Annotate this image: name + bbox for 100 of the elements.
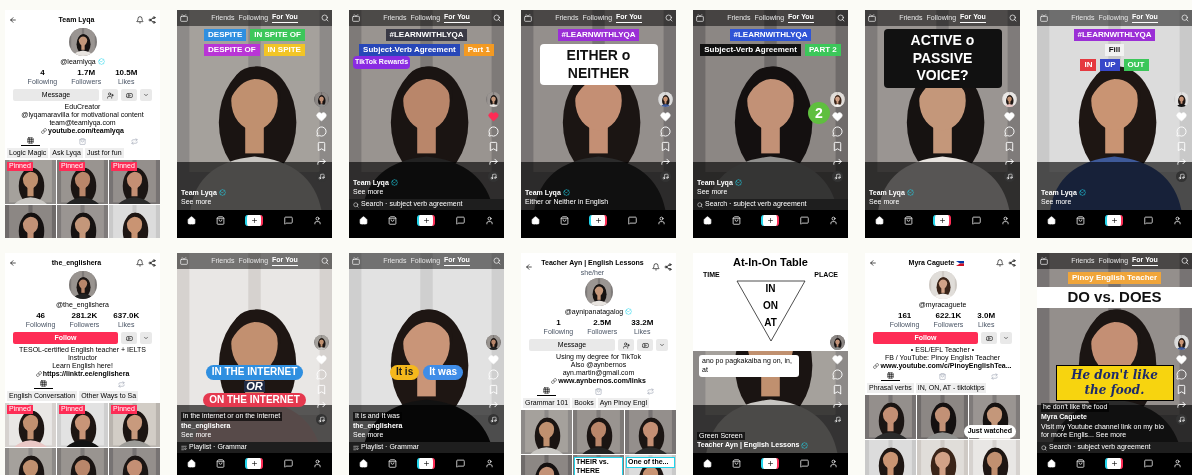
play-icon — [641, 341, 649, 349]
create-button[interactable] — [417, 457, 436, 469]
home-icon[interactable] — [359, 215, 369, 225]
stat-value: 10.5M — [115, 68, 138, 79]
inbox-icon[interactable] — [971, 215, 981, 225]
add-friend-button[interactable] — [102, 89, 118, 101]
back-icon[interactable] — [869, 259, 877, 268]
youtube-button[interactable] — [121, 89, 137, 101]
home-icon[interactable] — [1047, 458, 1057, 468]
create-button[interactable] — [1105, 457, 1124, 469]
plus-icon — [1110, 216, 1118, 224]
home-icon[interactable] — [187, 215, 197, 225]
shop-icon[interactable] — [1076, 458, 1086, 468]
shop-icon[interactable] — [904, 215, 914, 225]
back-icon[interactable] — [9, 16, 17, 25]
profile-icon[interactable] — [1172, 458, 1182, 468]
bag-icon — [595, 387, 602, 395]
create-button[interactable] — [933, 214, 952, 226]
inbox-icon[interactable] — [1143, 458, 1153, 468]
shop-icon[interactable] — [388, 215, 398, 225]
profile-icon[interactable] — [1172, 215, 1182, 225]
profile-icon[interactable] — [484, 458, 494, 468]
content-tab[interactable] — [537, 387, 557, 396]
inbox-icon[interactable] — [283, 215, 293, 225]
profile-icon[interactable] — [1000, 215, 1010, 225]
add-person-icon — [106, 91, 114, 99]
profile-icon[interactable] — [312, 215, 322, 225]
dropdown-button[interactable] — [1000, 332, 1012, 344]
create-button[interactable] — [589, 214, 608, 226]
profile-icon[interactable] — [656, 215, 666, 225]
plus-icon — [422, 216, 430, 224]
bell-icon[interactable] — [652, 262, 660, 271]
play-icon — [125, 91, 133, 99]
stat-value: 1 — [556, 318, 561, 329]
stat-value: 4 — [40, 68, 45, 79]
content-tab[interactable] — [21, 137, 41, 146]
inbox-icon[interactable] — [1143, 215, 1153, 225]
plus-icon — [766, 459, 774, 467]
create-button[interactable] — [245, 214, 264, 226]
grid-icon — [27, 137, 35, 144]
shop-icon[interactable] — [1076, 215, 1086, 225]
shop-icon[interactable] — [216, 215, 226, 225]
inbox-icon[interactable] — [799, 458, 809, 468]
create-button[interactable] — [417, 214, 436, 226]
plus-icon — [250, 216, 258, 224]
create-button[interactable] — [761, 214, 780, 226]
home-icon[interactable] — [1047, 215, 1057, 225]
create-button[interactable] — [761, 457, 780, 469]
stat-value: 637.0K — [113, 311, 140, 322]
shop-icon[interactable] — [216, 458, 226, 468]
bag-icon — [939, 372, 946, 380]
repost-icon — [990, 372, 998, 380]
plus-icon — [594, 216, 602, 224]
caret-icon — [143, 92, 149, 98]
create-button[interactable] — [1105, 214, 1124, 226]
profile-icon[interactable] — [312, 458, 322, 468]
grid-icon — [543, 387, 551, 394]
home-icon[interactable] — [359, 458, 369, 468]
back-icon[interactable] — [525, 262, 533, 271]
profile-icon[interactable] — [828, 215, 838, 225]
caret-icon — [143, 335, 149, 341]
profile-icon[interactable] — [828, 458, 838, 468]
home-icon[interactable] — [703, 458, 713, 468]
shop-icon[interactable] — [388, 458, 398, 468]
content-tab[interactable] — [34, 380, 54, 389]
bell-icon[interactable] — [996, 259, 1004, 268]
share-icon[interactable] — [1008, 259, 1016, 268]
stat-value: 33.2M — [631, 318, 654, 329]
shop-icon[interactable] — [732, 458, 742, 468]
bell-icon[interactable] — [136, 259, 144, 268]
inbox-icon[interactable] — [283, 458, 293, 468]
home-icon[interactable] — [187, 458, 197, 468]
dropdown-button[interactable] — [140, 89, 152, 101]
plus-icon — [422, 459, 430, 467]
youtube-button[interactable] — [121, 332, 137, 344]
inbox-icon[interactable] — [799, 215, 809, 225]
add-friend-button[interactable] — [618, 339, 634, 351]
shop-icon[interactable] — [732, 215, 742, 225]
content-tab[interactable] — [881, 372, 901, 381]
share-icon[interactable] — [148, 16, 156, 25]
inbox-icon[interactable] — [627, 215, 637, 225]
stat-value: 281.2K — [71, 311, 98, 322]
grid-icon — [887, 372, 895, 379]
shop-icon[interactable] — [560, 215, 570, 225]
create-button[interactable] — [245, 457, 264, 469]
home-icon[interactable] — [875, 215, 885, 225]
home-icon[interactable] — [703, 215, 713, 225]
youtube-button[interactable] — [637, 339, 653, 351]
home-icon[interactable] — [531, 215, 541, 225]
profile-icon[interactable] — [484, 215, 494, 225]
share-icon[interactable] — [664, 262, 672, 271]
add-person-icon — [622, 341, 630, 349]
dropdown-button[interactable] — [656, 339, 668, 351]
bell-icon[interactable] — [136, 16, 144, 25]
inbox-icon[interactable] — [455, 458, 465, 468]
back-icon[interactable] — [9, 259, 17, 268]
dropdown-button[interactable] — [140, 332, 152, 344]
share-icon[interactable] — [148, 259, 156, 268]
youtube-button[interactable] — [981, 332, 997, 344]
inbox-icon[interactable] — [455, 215, 465, 225]
